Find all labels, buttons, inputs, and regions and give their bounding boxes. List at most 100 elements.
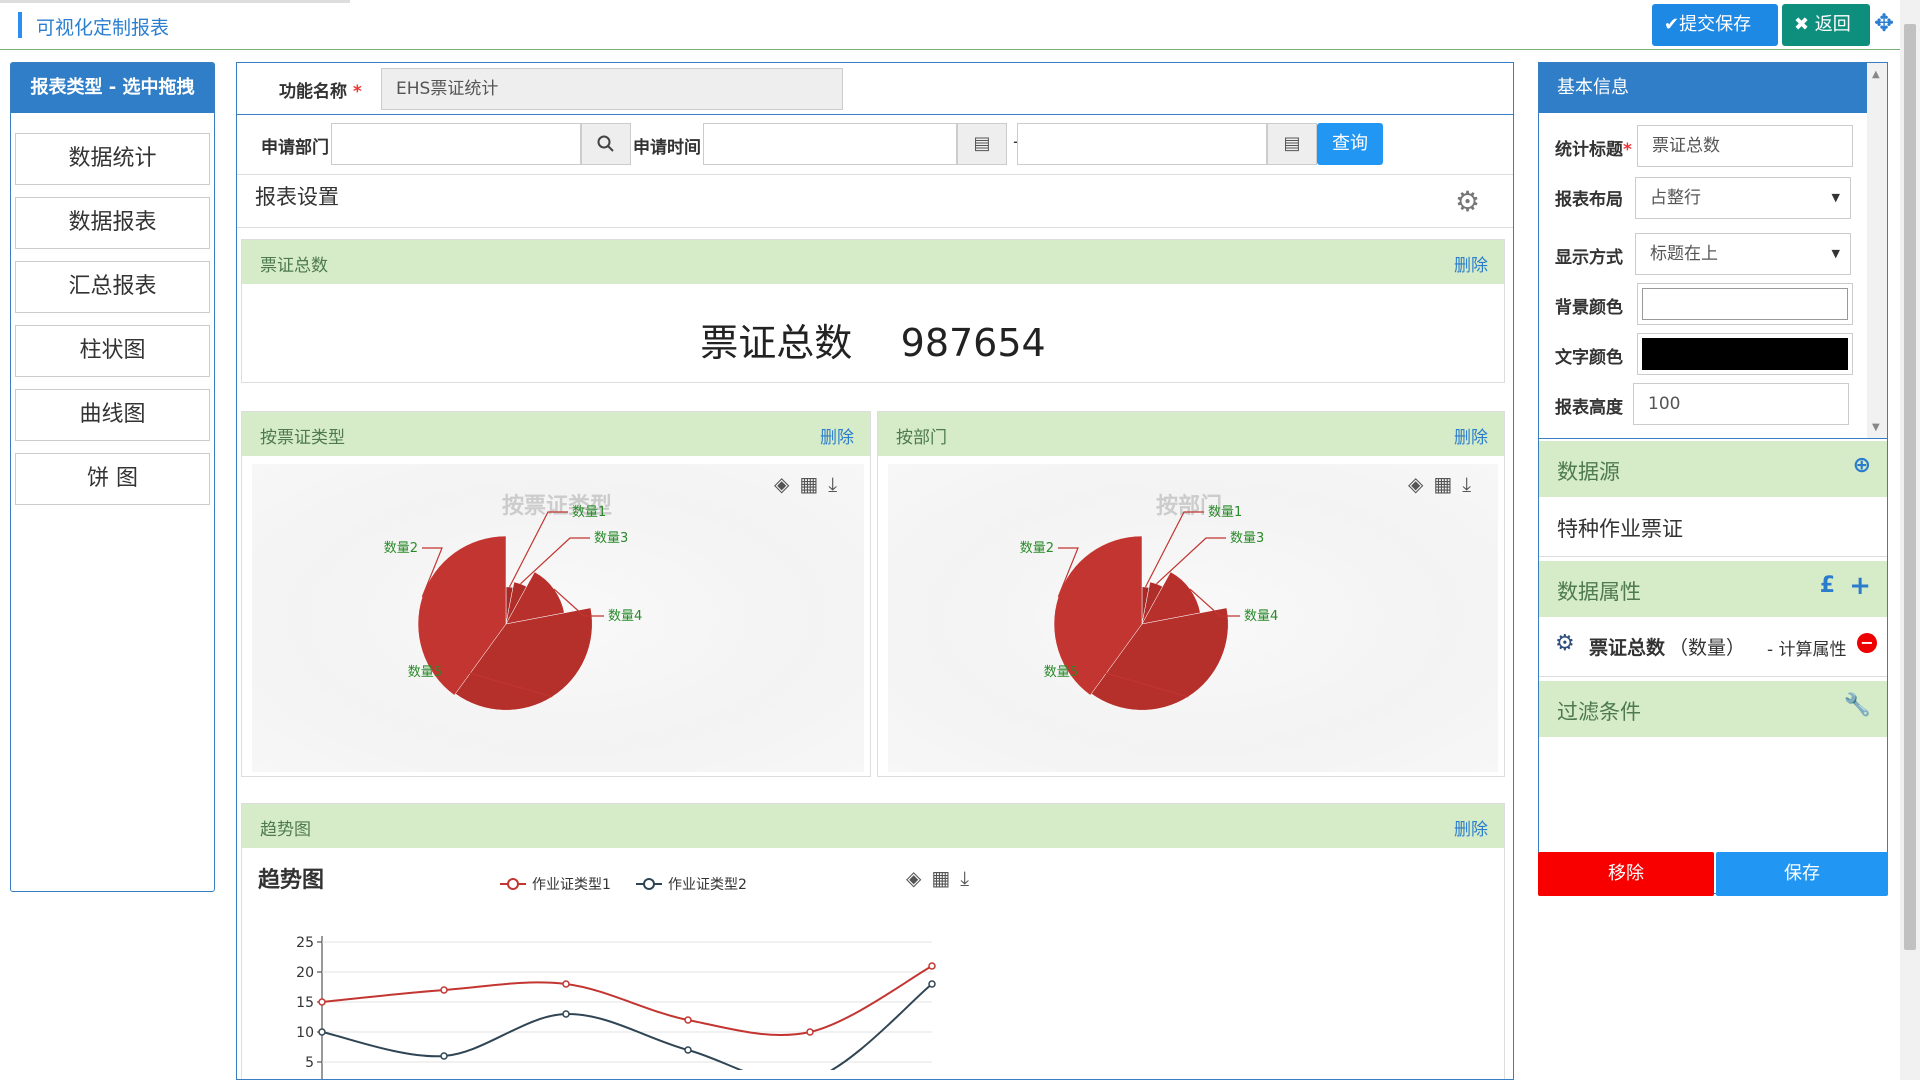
y-tick-label: 10 bbox=[296, 1025, 314, 1041]
bg-color-label: 背景颜色 bbox=[1555, 298, 1623, 318]
trend-card-title: 趋势图 bbox=[260, 820, 311, 840]
report-type-header: 报表类型 - 选中拖拽 bbox=[11, 63, 214, 113]
bg-color-picker[interactable] bbox=[1637, 283, 1853, 325]
data-point[interactable] bbox=[440, 1052, 448, 1060]
data-point[interactable] bbox=[562, 1010, 570, 1018]
basic-info-header: 基本信息 bbox=[1539, 63, 1867, 113]
properties-panel: 基本信息 ▲ ▼ 统计标题* 票证总数 报表布局 占整行 ▼ 显示方式 标题在上 ▼… bbox=[1538, 62, 1888, 894]
total-card-header: 票证总数 删除 bbox=[242, 240, 1504, 284]
save-button[interactable]: 保存 bbox=[1716, 852, 1888, 896]
pound-icon[interactable]: £ bbox=[1820, 573, 1835, 598]
stat-title-input[interactable]: 票证总数 bbox=[1637, 125, 1853, 167]
total-card[interactable]: 票证总数 删除 票证总数 987654 bbox=[241, 239, 1505, 383]
submit-save-button[interactable]: ✔提交保存 bbox=[1652, 4, 1778, 46]
datasource-value[interactable]: 特种作业票证 bbox=[1557, 513, 1683, 543]
data-point[interactable] bbox=[562, 980, 570, 988]
top-shadow bbox=[0, 0, 350, 3]
legend-item[interactable]: 作业证类型1 bbox=[500, 877, 611, 893]
trend-card[interactable]: 趋势图 删除 趋势图 ◈▦⤓ 25 20 15 10 5 作业证类型1 作业证类型2 bbox=[241, 803, 1505, 1079]
add-circle-icon[interactable]: ⊕ bbox=[1853, 453, 1871, 478]
data-point[interactable] bbox=[440, 986, 448, 994]
data-point[interactable] bbox=[684, 1016, 692, 1024]
bg-color-swatch bbox=[1642, 288, 1848, 320]
scroll-up-icon[interactable]: ▲ bbox=[1872, 69, 1880, 80]
report-type-pie[interactable]: 饼 图 bbox=[15, 453, 210, 505]
remove-button[interactable]: 移除 bbox=[1538, 852, 1714, 896]
page-scrollbar[interactable] bbox=[1900, 0, 1920, 1080]
height-input[interactable]: 100 bbox=[1633, 383, 1849, 425]
datasource-title: 数据源 bbox=[1557, 460, 1620, 484]
gear-icon[interactable]: ⚙ bbox=[1555, 631, 1575, 656]
download-icon[interactable]: ⤓ bbox=[960, 866, 979, 890]
search-icon[interactable] bbox=[581, 123, 631, 165]
layout-select[interactable]: 占整行 ▼ bbox=[1635, 177, 1851, 219]
filter-title: 过滤条件 bbox=[1557, 700, 1641, 724]
wrench-icon[interactable]: 🔧 bbox=[1844, 693, 1871, 718]
total-card-title: 票证总数 bbox=[260, 256, 328, 276]
y-tick-label: 15 bbox=[296, 995, 314, 1011]
total-card-delete[interactable]: 删除 bbox=[1454, 251, 1488, 276]
report-type-line[interactable]: 曲线图 bbox=[15, 389, 210, 441]
function-name-row: 功能名称 * EHS票证统计 bbox=[237, 63, 1513, 115]
data-point[interactable] bbox=[928, 980, 936, 988]
report-type-data-stat[interactable]: 数据统计 bbox=[15, 133, 210, 185]
pie-label: 数量5 bbox=[408, 665, 442, 680]
datasource-header: 数据源 ⊕ bbox=[1539, 441, 1887, 497]
calendar-icon[interactable]: ▤ bbox=[1267, 123, 1317, 165]
line-svg: 25 20 15 10 5 作业证类型1 作业证类型2 bbox=[296, 877, 936, 1079]
by-dept-card-title: 按部门 bbox=[896, 428, 947, 448]
data-point[interactable] bbox=[684, 1046, 692, 1054]
page-scrollbar-thumb[interactable] bbox=[1904, 24, 1916, 950]
y-tick-label: 20 bbox=[296, 965, 314, 981]
height-label: 报表高度 bbox=[1555, 398, 1623, 418]
back-button[interactable]: ✖ 返回 bbox=[1782, 4, 1870, 46]
trend-card-delete[interactable]: 删除 bbox=[1454, 815, 1488, 840]
total-stat-label: 票证总数 bbox=[700, 321, 853, 365]
by-dept-card[interactable]: 按部门 删除 按部门 ◈▦⤓ 数量1 数量2 数量3 数量4 数量5 bbox=[877, 411, 1505, 777]
by-type-card[interactable]: 按票证类型 删除 按票证类型 ◈▦⤓ 数量1 数量2 数量3 数量4 数量5 bbox=[241, 411, 871, 777]
report-type-data-report[interactable]: 数据报表 bbox=[15, 197, 210, 249]
text-color-picker[interactable] bbox=[1637, 333, 1853, 375]
end-date-input[interactable] bbox=[1017, 123, 1267, 165]
datasource-body: 特种作业票证 bbox=[1539, 497, 1887, 557]
chevron-down-icon: ▼ bbox=[1831, 247, 1840, 260]
legend-label: 作业证类型1 bbox=[532, 877, 611, 893]
by-type-chart: 按票证类型 ◈▦⤓ 数量1 数量2 数量3 数量4 数量5 bbox=[252, 464, 864, 772]
dept-input[interactable] bbox=[331, 123, 581, 165]
filter-header: 过滤条件 🔧 bbox=[1539, 681, 1887, 737]
page-title: 可视化定制报表 bbox=[36, 17, 170, 39]
data-point[interactable] bbox=[928, 962, 936, 970]
y-tick-label: 5 bbox=[305, 1055, 314, 1071]
basic-info-scrollbar[interactable]: ▲ ▼ bbox=[1867, 63, 1887, 438]
legend-item[interactable]: 作业证类型2 bbox=[636, 877, 747, 893]
move-icon[interactable]: ✥ bbox=[1874, 10, 1900, 36]
display-select[interactable]: 标题在上 ▼ bbox=[1635, 233, 1851, 275]
query-button[interactable]: 查询 bbox=[1317, 123, 1383, 165]
by-type-card-delete[interactable]: 删除 bbox=[820, 423, 854, 448]
function-name-input[interactable]: EHS票证统计 bbox=[381, 68, 843, 110]
report-type-summary[interactable]: 汇总报表 bbox=[15, 261, 210, 313]
attribute-item[interactable]: ⚙ 票证总数 （数量） - 计算属性 − bbox=[1539, 617, 1887, 677]
remove-circle-icon[interactable]: − bbox=[1857, 633, 1877, 653]
data-point[interactable] bbox=[318, 1028, 326, 1036]
start-date-input[interactable] bbox=[703, 123, 957, 165]
plus-icon[interactable]: + bbox=[1849, 571, 1871, 601]
report-settings-title: 报表设置 bbox=[255, 185, 339, 209]
total-stat-value: 987654 bbox=[900, 321, 1046, 365]
series-line bbox=[321, 965, 933, 1037]
time-label: 申请时间 bbox=[633, 138, 701, 158]
settings-gear-icon[interactable]: ⚙ bbox=[1455, 185, 1480, 218]
trend-card-header: 趋势图 删除 bbox=[242, 804, 1504, 848]
scroll-down-icon[interactable]: ▼ bbox=[1872, 422, 1880, 433]
report-type-bar[interactable]: 柱状图 bbox=[15, 325, 210, 377]
pie-svg: 数量1 数量2 数量3 数量4 数量5 bbox=[384, 505, 642, 711]
data-point[interactable] bbox=[806, 1028, 814, 1036]
pie-label: 数量5 bbox=[1044, 665, 1078, 680]
report-canvas: 功能名称 * EHS票证统计 申请部门 申请时间 ▤ - ▤ 查询 报表设置 ⚙… bbox=[236, 62, 1514, 1080]
by-type-card-title: 按票证类型 bbox=[260, 428, 345, 448]
attributes-title: 数据属性 bbox=[1557, 580, 1641, 604]
calendar-icon[interactable]: ▤ bbox=[957, 123, 1007, 165]
by-dept-card-delete[interactable]: 删除 bbox=[1454, 423, 1488, 448]
data-point[interactable] bbox=[318, 998, 326, 1006]
title-accent-bar bbox=[18, 12, 22, 38]
